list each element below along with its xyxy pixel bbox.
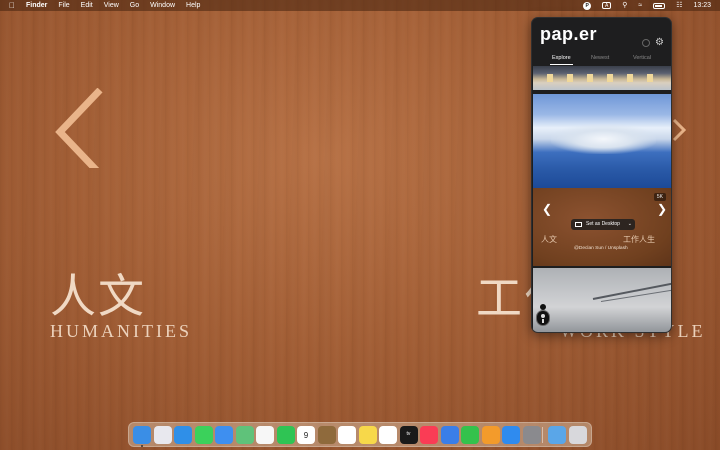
- running-indicator: [141, 445, 143, 447]
- theme-toggle-icon[interactable]: [642, 39, 650, 47]
- set-as-desktop-button[interactable]: Set as Desktop ⌄: [571, 219, 635, 230]
- scroll-indicator-icon[interactable]: [536, 310, 550, 326]
- menu-bar:  Finder File Edit View Go Window Help P…: [0, 0, 720, 11]
- battery-icon[interactable]: [653, 2, 666, 9]
- wallpaper-thumbnail-architecture[interactable]: [533, 66, 671, 90]
- wallpaper-thumbnail-wood-selected[interactable]: 5K ❮ ❯ 人文 工作人生 Set as Desktop ⌄ @Declan …: [533, 188, 671, 266]
- dock-system-settings-icon[interactable]: [522, 426, 541, 444]
- menu-app-finder[interactable]: Finder: [26, 0, 47, 11]
- menu-window[interactable]: Window: [150, 0, 175, 11]
- chevron-right-icon[interactable]: ❯: [657, 203, 667, 215]
- search-icon[interactable]: ⚲: [622, 0, 627, 11]
- dock-downloads-icon[interactable]: [548, 426, 566, 444]
- tab-newest[interactable]: Newest: [591, 55, 609, 61]
- dock-numbers-icon[interactable]: [461, 426, 479, 444]
- dock-finder-icon[interactable]: [133, 426, 151, 444]
- tv-label: tv: [406, 431, 411, 437]
- wallpaper-humanities-text: HUMANITIES: [50, 321, 192, 341]
- set-as-desktop-label: Set as Desktop: [586, 221, 620, 227]
- apple-icon[interactable]: : [9, 0, 15, 11]
- tab-vertical[interactable]: Vertical: [633, 55, 651, 61]
- dock-notes-icon[interactable]: [358, 426, 377, 444]
- preview-humanities-cjk: 人文: [541, 235, 557, 244]
- tab-explore[interactable]: Explore: [550, 55, 573, 65]
- dock-launchpad-icon[interactable]: [153, 426, 172, 444]
- dock-separator: [542, 427, 543, 443]
- chevron-down-icon[interactable]: ⌄: [628, 219, 632, 230]
- dock-calendar-icon[interactable]: 9: [297, 426, 315, 444]
- dock-pages-icon[interactable]: [481, 426, 500, 444]
- dock-freeform-icon[interactable]: [379, 426, 397, 444]
- dock: 9 tv: [128, 422, 592, 447]
- dock-music-icon[interactable]: [420, 426, 438, 444]
- paper-logo: pap.er: [540, 24, 598, 44]
- dock-messages-icon[interactable]: [194, 426, 213, 444]
- menu-file[interactable]: File: [58, 0, 69, 11]
- dock-app-store-icon[interactable]: [502, 426, 520, 444]
- wallpaper-thumbnail-glacier[interactable]: [533, 94, 671, 188]
- dock-safari-icon[interactable]: [174, 426, 192, 444]
- tab-bar: Explore Newest Vertical: [532, 55, 671, 65]
- dock-keynote-icon[interactable]: [440, 426, 459, 444]
- paper-popover: pap.er ⚙ Explore Newest Vertical 5K ❮ ❯ …: [531, 17, 672, 333]
- menu-edit[interactable]: Edit: [81, 0, 93, 11]
- wallpaper-thumbnail-bridge[interactable]: [533, 268, 671, 332]
- desktop:  Finder File Edit View Go Window Help P…: [0, 0, 720, 450]
- wallpaper-chevron-left-icon: [55, 88, 103, 168]
- menu-view[interactable]: View: [104, 0, 119, 11]
- dock-notes-brown-icon[interactable]: [317, 426, 336, 444]
- resolution-badge: 5K: [653, 193, 666, 201]
- dock-facetime-icon[interactable]: [276, 426, 295, 444]
- menu-clock[interactable]: 13:23: [693, 0, 711, 11]
- wifi-icon[interactable]: ≈: [638, 0, 642, 11]
- wallpaper-chevron-right-icon: [672, 118, 686, 142]
- gear-icon[interactable]: ⚙: [655, 38, 664, 48]
- photo-credit[interactable]: @Declan Sun / Unsplash: [574, 246, 628, 251]
- paper-app-icon[interactable]: P: [583, 1, 592, 10]
- dock-photos-icon[interactable]: [256, 426, 274, 444]
- preview-work-cjk: 工作人生: [623, 235, 655, 244]
- calendar-day: 9: [303, 431, 309, 440]
- dock-mail-icon[interactable]: [215, 426, 233, 444]
- dock-reminders-icon[interactable]: [338, 426, 356, 444]
- wallpaper-humanities-cjk: 人文: [50, 269, 146, 323]
- chevron-left-icon[interactable]: ❮: [542, 203, 552, 215]
- menu-go[interactable]: Go: [130, 0, 139, 11]
- menu-help[interactable]: Help: [186, 0, 200, 11]
- control-center-icon[interactable]: ☷: [676, 0, 682, 11]
- input-source-icon[interactable]: A: [602, 2, 612, 9]
- monitor-icon: [575, 222, 582, 227]
- dock-trash-icon[interactable]: [568, 426, 587, 444]
- dock-tv-icon[interactable]: tv: [399, 426, 418, 444]
- dock-maps-icon[interactable]: [235, 426, 254, 444]
